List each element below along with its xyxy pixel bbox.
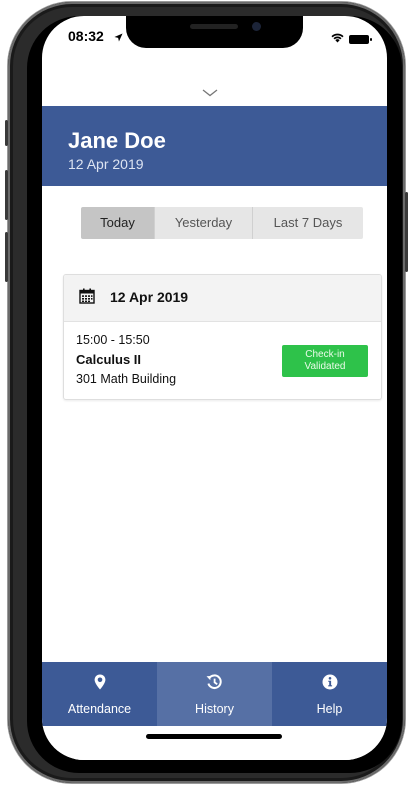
info-circle-icon — [272, 674, 387, 690]
front-camera — [252, 22, 261, 31]
mute-switch — [5, 120, 8, 146]
battery-icon — [349, 34, 372, 44]
status-badge: Check-in Validated — [282, 345, 368, 377]
chevron-down-icon[interactable] — [202, 84, 218, 102]
location-arrow-icon — [114, 29, 123, 47]
device-notch — [126, 16, 303, 48]
map-marker-icon — [42, 674, 157, 690]
filter-yesterday[interactable]: Yesterday — [155, 207, 253, 239]
power-button — [405, 192, 408, 272]
filter-last-7-days[interactable]: Last 7 Days — [253, 207, 363, 239]
wifi-icon — [330, 30, 345, 48]
date-filter: Today Yesterday Last 7 Days — [81, 207, 363, 239]
session-date: 12 Apr 2019 — [110, 289, 189, 305]
tab-history[interactable]: History — [157, 662, 272, 726]
tab-history-label: History — [195, 702, 234, 716]
session-time: 15:00 - 15:50 — [76, 333, 150, 347]
tab-attendance-label: Attendance — [67, 702, 132, 716]
session-room: 301 Math Building — [76, 372, 177, 386]
user-name: Jane Doe — [68, 128, 166, 153]
volume-down-button — [5, 232, 8, 282]
speaker-grille — [190, 24, 238, 29]
profile-header: Jane Doe 12 Apr 2019 — [42, 106, 387, 186]
status-icons — [330, 30, 372, 48]
calendar-icon — [79, 288, 95, 309]
app-screen: 08:32 Jane Doe 12 Apr 2019 Today Yesterd… — [42, 16, 387, 760]
home-indicator-area — [42, 726, 387, 760]
tab-attendance[interactable]: Attendance — [42, 662, 157, 726]
header-date: 12 Apr 2019 — [68, 156, 144, 172]
filter-today[interactable]: Today — [81, 207, 155, 239]
tab-help[interactable]: Help — [272, 662, 387, 726]
session-course: Calculus II — [76, 352, 142, 367]
home-indicator[interactable] — [146, 734, 282, 739]
history-icon — [157, 674, 272, 690]
status-time: 08:32 — [68, 28, 104, 44]
session-card-header: 12 Apr 2019 — [64, 275, 381, 322]
tab-help-label: Help — [316, 702, 343, 716]
status-badge-line2: Validated — [304, 361, 346, 372]
bottom-tab-bar: Attendance History Help — [42, 662, 387, 726]
session-card[interactable]: 12 Apr 2019 15:00 - 15:50 Calculus II 30… — [63, 274, 382, 400]
volume-up-button — [5, 170, 8, 220]
status-badge-line1: Check-in — [305, 349, 345, 360]
